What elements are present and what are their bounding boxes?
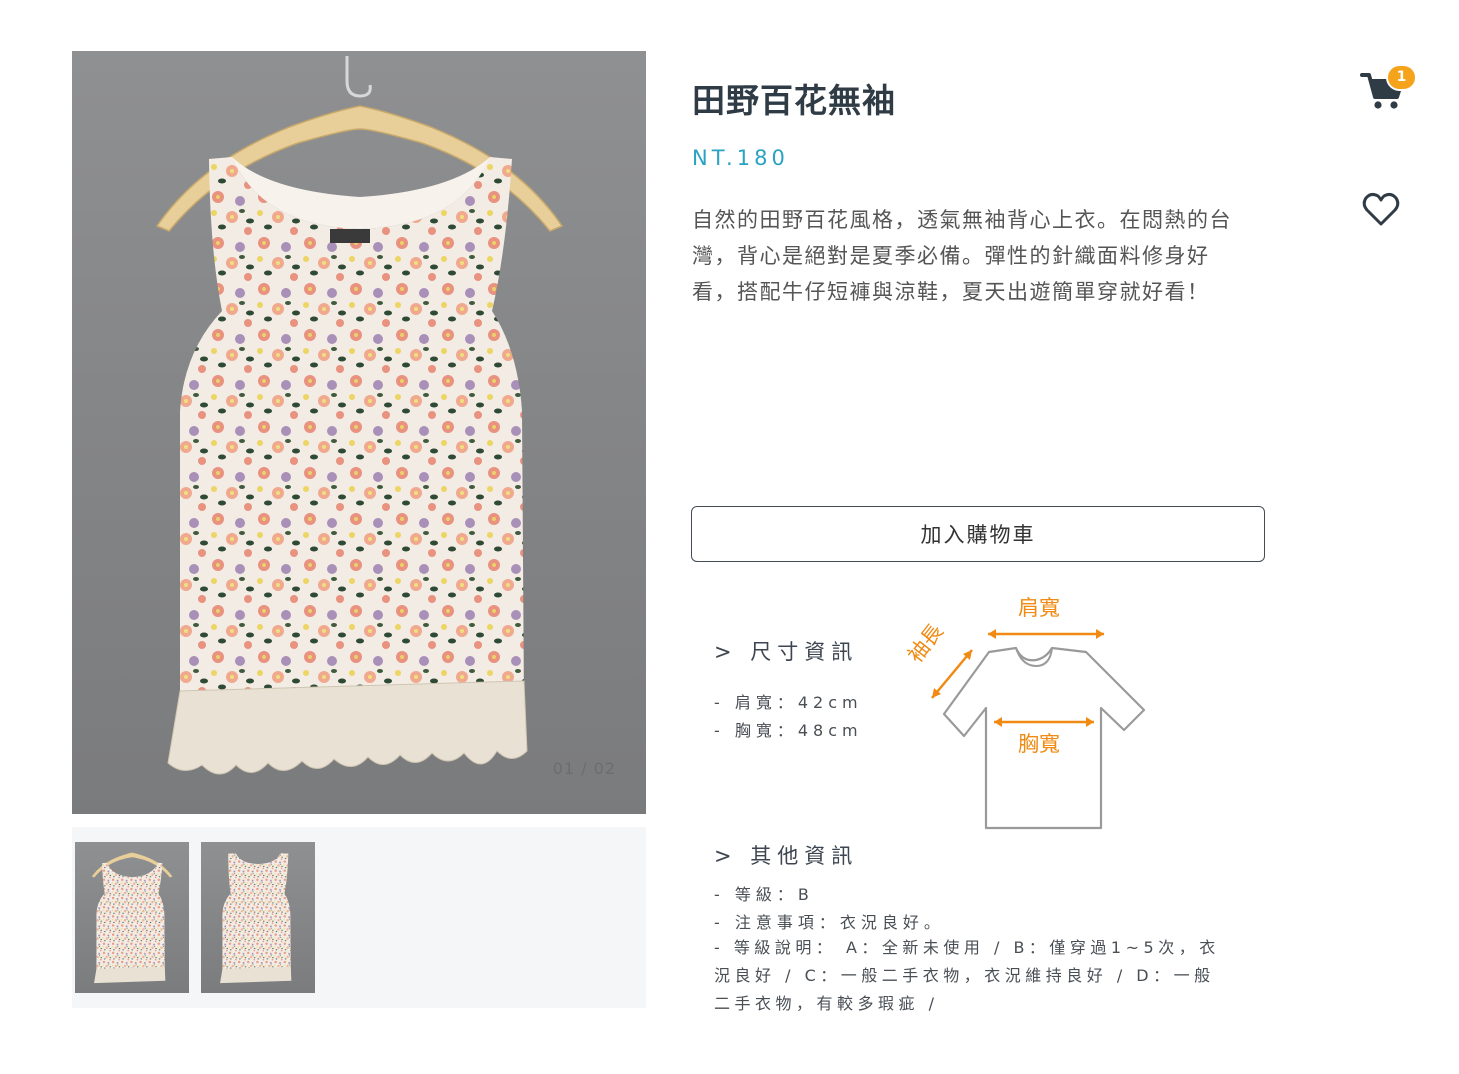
grade-value: - 等級：B xyxy=(714,885,814,904)
product-main-image[interactable]: 01 / 02 xyxy=(72,51,646,814)
heart-icon xyxy=(1362,192,1400,226)
other-info-heading[interactable]: > 其他資訊 xyxy=(714,840,858,870)
cart-count-badge: 1 xyxy=(1386,64,1417,91)
thumbnail-front-image xyxy=(91,852,173,984)
size-diagram: 肩寬 胸寬 袖長 xyxy=(896,588,1156,834)
grade-description: - 等級說明： A：全新未使用 / B：僅穿過1~5次，衣況良好 / C：一般二… xyxy=(714,938,1220,1013)
product-description: 自然的田野百花風格，透氣無袖背心上衣。在悶熱的台灣，背心是絕對是夏季必備。彈性的… xyxy=(692,208,1232,304)
shoulder-width: - 肩寬：42cm xyxy=(714,693,863,712)
chest-label: 胸寬 xyxy=(1018,732,1060,756)
chest-width: - 胸寬：48cm xyxy=(714,721,863,740)
thumbnail-strip xyxy=(72,827,646,1008)
thumbnail-back[interactable] xyxy=(201,842,315,993)
add-to-cart-button[interactable]: 加入購物車 xyxy=(691,506,1265,562)
tank-top-illustration xyxy=(155,56,564,775)
size-info-heading[interactable]: > 尺寸資訊 xyxy=(714,636,858,666)
image-counter: 01 / 02 xyxy=(552,759,616,778)
product-price: NT.180 xyxy=(692,146,789,170)
thumbnail-back-image xyxy=(220,853,292,984)
shoulder-label: 肩寬 xyxy=(1018,596,1060,620)
thumbnail-front[interactable] xyxy=(75,842,189,993)
product-title: 田野百花無袖 xyxy=(692,81,896,120)
condition-note: - 注意事項：衣況良好。 xyxy=(714,913,945,932)
wishlist-button[interactable] xyxy=(1362,192,1400,228)
